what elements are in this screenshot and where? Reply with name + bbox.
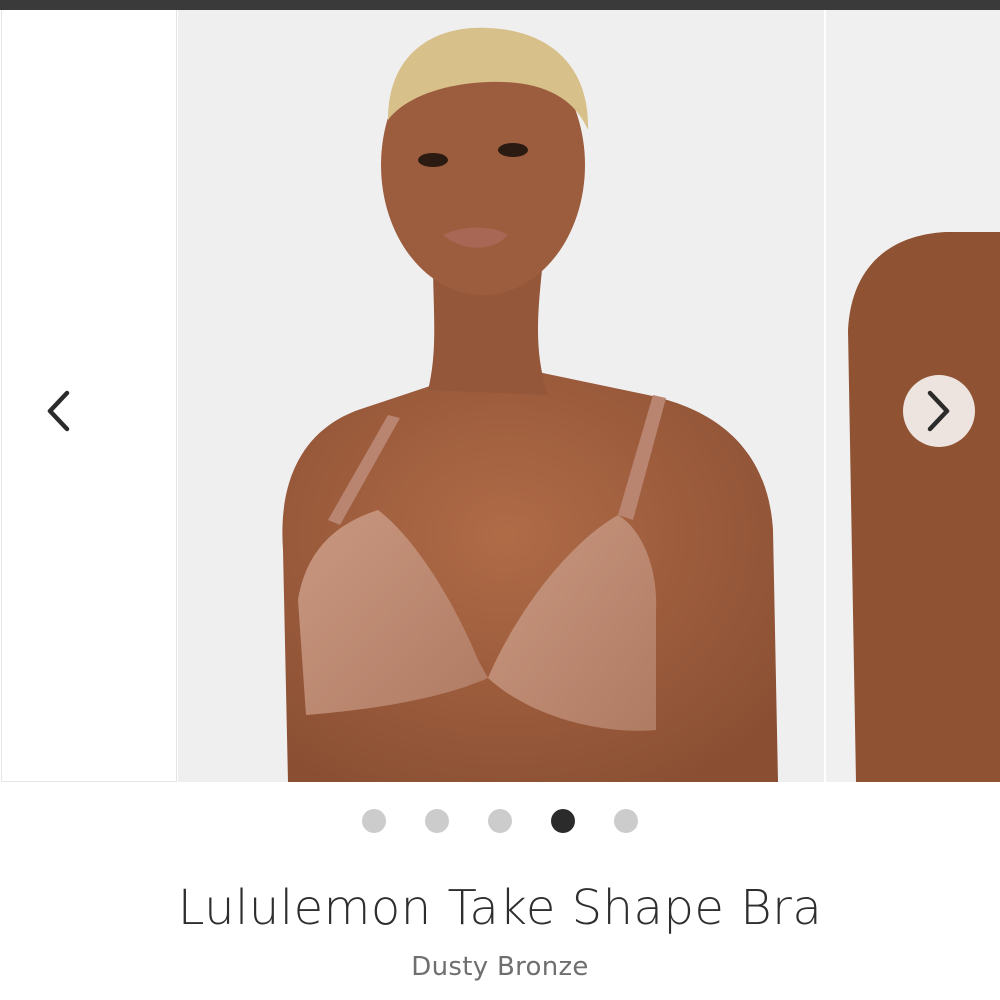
product-image-current bbox=[178, 10, 824, 782]
carousel-dot-5[interactable] bbox=[614, 809, 638, 833]
previous-arrow-button[interactable] bbox=[28, 375, 88, 447]
chevron-right-icon bbox=[927, 390, 950, 432]
product-title: Lululemon Take Shape Bra bbox=[177, 880, 823, 936]
carousel-pagination bbox=[0, 808, 1000, 834]
chevron-left-icon bbox=[47, 390, 70, 432]
carousel-dot-2[interactable] bbox=[425, 809, 449, 833]
carousel-dot-4[interactable] bbox=[551, 809, 575, 833]
product-color-name: Dusty Bronze bbox=[411, 952, 589, 982]
product-image-carousel[interactable] bbox=[0, 10, 1000, 782]
carousel-dot-3[interactable] bbox=[488, 809, 512, 833]
next-arrow-button[interactable] bbox=[903, 375, 975, 447]
carousel-dot-1[interactable] bbox=[362, 809, 386, 833]
top-bar bbox=[0, 0, 1000, 10]
